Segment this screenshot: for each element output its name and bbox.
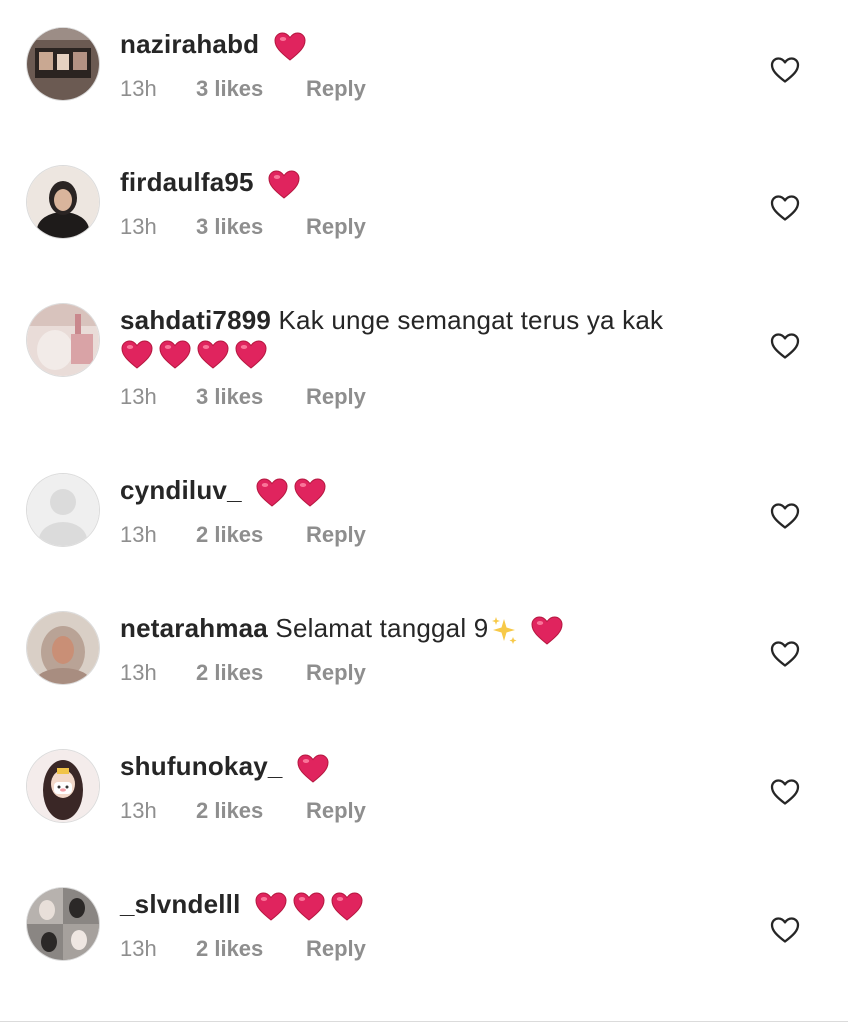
- avatar[interactable]: [27, 166, 99, 238]
- avatar[interactable]: [27, 612, 99, 684]
- red-heart-emoji: [255, 476, 289, 510]
- heart-outline-icon[interactable]: [770, 502, 800, 530]
- divider: [0, 1021, 848, 1022]
- reply-button[interactable]: Reply: [306, 384, 366, 410]
- reply-button[interactable]: Reply: [306, 936, 366, 962]
- comment-likes[interactable]: 3 likes: [196, 384, 306, 410]
- red-heart-emoji: [292, 890, 326, 924]
- avatar[interactable]: [27, 28, 99, 100]
- comment-username[interactable]: netarahmaa: [120, 613, 268, 643]
- comment-time: 13h: [120, 659, 157, 685]
- red-heart-emoji: [196, 338, 230, 372]
- comment-time: 13h: [120, 384, 157, 409]
- comment-time: 13h: [120, 797, 157, 823]
- avatar[interactable]: [27, 750, 99, 822]
- heart-outline-icon[interactable]: [770, 56, 800, 84]
- comment-likes[interactable]: 2 likes: [196, 798, 306, 824]
- red-heart-emoji: [273, 30, 307, 64]
- avatar[interactable]: [27, 304, 99, 376]
- heart-emojis: [254, 889, 368, 924]
- comment-time: 13h: [120, 213, 157, 239]
- comment-likes[interactable]: 2 likes: [196, 936, 306, 962]
- heart-outline-icon[interactable]: [770, 640, 800, 668]
- heart-emojis: [267, 167, 305, 202]
- red-heart-emoji: [293, 476, 327, 510]
- heart-outline-icon[interactable]: [770, 194, 800, 222]
- comment-username[interactable]: cyndiluv_: [120, 475, 242, 505]
- comment-text: Kak unge semangat terus ya kak: [278, 305, 664, 335]
- reply-button[interactable]: Reply: [306, 522, 366, 548]
- comment-time: 13h: [120, 75, 157, 101]
- comment-username[interactable]: _slvndelll: [120, 889, 241, 919]
- comment-username[interactable]: sahdati7899: [120, 305, 271, 335]
- reply-button[interactable]: Reply: [306, 214, 366, 240]
- red-heart-emoji: [234, 338, 268, 372]
- avatar[interactable]: [27, 888, 99, 960]
- heart-emojis: [273, 29, 311, 64]
- red-heart-emoji: [267, 168, 301, 202]
- avatar[interactable]: [27, 474, 99, 546]
- reply-button[interactable]: Reply: [306, 798, 366, 824]
- red-heart-emoji: [330, 890, 364, 924]
- comment-likes[interactable]: 2 likes: [196, 522, 306, 548]
- heart-emojis: [120, 338, 738, 372]
- heart-outline-icon[interactable]: [770, 778, 800, 806]
- reply-button[interactable]: Reply: [306, 660, 366, 686]
- comment-text: Selamat tanggal 9: [275, 613, 489, 643]
- red-heart-emoji: [530, 614, 564, 648]
- comment-username[interactable]: nazirahabd: [120, 29, 259, 59]
- red-heart-emoji: [254, 890, 288, 924]
- comment-username[interactable]: shufunokay_: [120, 751, 283, 781]
- comment-likes[interactable]: 3 likes: [196, 214, 306, 240]
- comment-likes[interactable]: 3 likes: [196, 76, 306, 102]
- comment-username[interactable]: firdaulfa95: [120, 167, 254, 197]
- heart-emojis: [255, 475, 331, 510]
- comment-time: 13h: [120, 935, 157, 961]
- heart-emojis: [530, 613, 568, 648]
- comment-time: 13h: [120, 521, 157, 547]
- heart-outline-icon[interactable]: [770, 916, 800, 944]
- reply-button[interactable]: Reply: [306, 76, 366, 102]
- red-heart-emoji: [120, 338, 154, 372]
- comment-likes[interactable]: 2 likes: [196, 660, 306, 686]
- heart-emojis: [296, 751, 334, 786]
- red-heart-emoji: [296, 752, 330, 786]
- heart-outline-icon[interactable]: [770, 332, 800, 360]
- sparkles-emoji: [490, 615, 518, 645]
- red-heart-emoji: [158, 338, 192, 372]
